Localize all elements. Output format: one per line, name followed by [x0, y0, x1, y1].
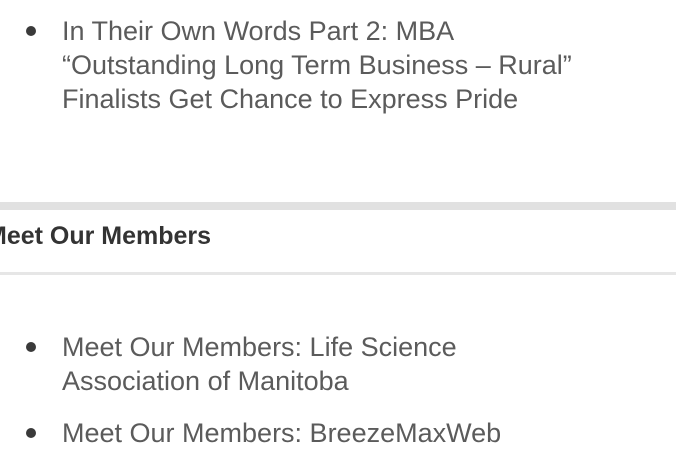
news-link[interactable]: In Their Own Words Part 2: MBA “Outstand… [62, 14, 676, 116]
member-link-line-1: Meet Our Members: BreezeMaxWeb [62, 418, 502, 448]
members-list: Meet Our Members: Life Science Associati… [0, 330, 582, 460]
member-link-line-1: Meet Our Members: Life Science [62, 332, 457, 362]
list-item[interactable]: In Their Own Words Part 2: MBA “Outstand… [0, 14, 676, 116]
section-underline [0, 272, 676, 275]
bullet-icon [26, 342, 36, 352]
member-link[interactable]: Meet Our Members: BreezeMaxWeb [62, 416, 582, 450]
bullet-icon [26, 428, 36, 438]
page: In Their Own Words Part 2: MBA “Outstand… [0, 0, 676, 460]
bullet-icon [26, 26, 36, 36]
list-item[interactable]: Meet Our Members: Life Science Associati… [0, 330, 582, 398]
news-list: In Their Own Words Part 2: MBA “Outstand… [0, 14, 676, 116]
list-item[interactable]: Meet Our Members: BreezeMaxWeb [0, 416, 582, 450]
section-title: Meet Our Members [0, 222, 212, 250]
news-link-line-2: “Outstanding Long Term Business – Rural” [62, 50, 572, 80]
member-link[interactable]: Meet Our Members: Life Science Associati… [62, 330, 582, 398]
member-link-line-2: Association of Manitoba [62, 366, 349, 396]
news-link-line-3: Finalists Get Chance to Express Pride [62, 84, 519, 114]
news-link-line-1: In Their Own Words Part 2: MBA [62, 16, 455, 46]
section-divider [0, 202, 676, 210]
